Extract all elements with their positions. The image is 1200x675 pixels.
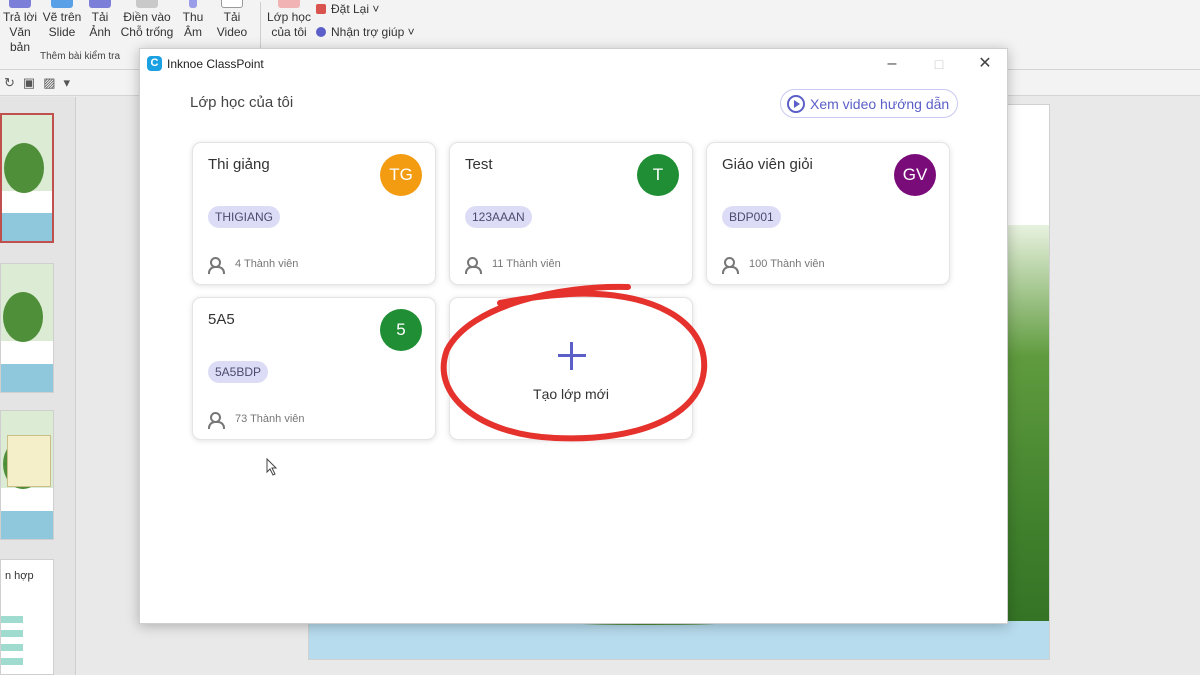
my-classes-ribbon-button[interactable]: Lớp học của tôi <box>266 0 312 40</box>
people-icon <box>208 257 228 274</box>
image-icon <box>89 0 111 8</box>
ribbon-group-label: Thêm bài kiểm tra <box>40 51 121 62</box>
slide-thumbnail-1[interactable] <box>0 113 54 243</box>
dialog-titlebar: C Inknoe ClassPoint – □ ✕ <box>140 49 1007 79</box>
fill-in-blank-button[interactable]: Điền vào Chỗ trống <box>120 0 174 40</box>
text-response-icon <box>9 0 31 8</box>
class-code-badge[interactable]: BDP001 <box>722 206 781 228</box>
close-button[interactable]: ✕ <box>962 51 1008 77</box>
people-icon <box>722 257 742 274</box>
trash-icon <box>316 4 326 14</box>
fill-in-blank-icon <box>136 0 158 8</box>
info-icon <box>316 27 326 37</box>
member-count-label: 73 Thành viên <box>235 413 305 425</box>
quick-access-toolbar: ↻▣▨▾ <box>0 70 150 96</box>
plus-icon <box>558 342 586 370</box>
create-class-label: Tạo lớp mới <box>533 386 609 402</box>
image-upload-label: Tải Ảnh <box>89 10 111 39</box>
class-avatar: T <box>637 154 679 196</box>
text-response-button[interactable]: Trả lời Văn bản <box>0 0 40 55</box>
class-card[interactable]: Test T 123AAAN 11 Thành viên <box>449 142 693 285</box>
lake-image <box>309 621 1049 659</box>
member-count-label: 100 Thành viên <box>749 258 825 270</box>
class-name: 5A5 <box>208 311 235 328</box>
reset-button[interactable]: Đặt Lại ˅ <box>316 2 379 16</box>
class-code-badge[interactable]: 123AAAN <box>465 206 532 228</box>
picture-icon[interactable]: ▨ <box>43 75 63 90</box>
image-upload-button[interactable]: Tải Ảnh <box>86 0 114 40</box>
draw-on-slide-label: Vẽ trên Slide <box>42 10 82 39</box>
classes-icon <box>278 0 300 8</box>
fill-in-blank-label: Điền vào Chỗ trống <box>120 10 174 39</box>
class-card[interactable]: 5A5 5 5A5BDP 73 Thành viên <box>192 297 436 440</box>
video-upload-label: Tải Video <box>216 10 248 39</box>
forest-image <box>1005 225 1049 659</box>
slide-thumbnail-4[interactable]: n hợp <box>0 559 54 675</box>
video-upload-button[interactable]: Tải Video <box>214 0 250 40</box>
minimize-button[interactable]: – <box>869 51 915 77</box>
class-avatar: 5 <box>380 309 422 351</box>
member-count-label: 11 Thành viên <box>492 258 561 270</box>
draw-icon <box>51 0 73 8</box>
audio-record-label: Thu Âm <box>182 10 204 39</box>
undo-icon[interactable]: ↻ <box>4 75 23 90</box>
slide-thumbnail-2[interactable] <box>0 263 54 393</box>
page-title: Lớp học của tôi <box>190 94 294 111</box>
class-avatar: GV <box>894 154 936 196</box>
ribbon-strip <box>1008 70 1200 96</box>
slide-thumbnail-title: n hợp <box>5 570 34 582</box>
class-code-badge[interactable]: THIGIANG <box>208 206 281 228</box>
create-class-card[interactable]: Tạo lớp mới <box>449 297 693 440</box>
text-response-label: Trả lời Văn bản <box>2 10 38 54</box>
video-icon <box>221 0 243 8</box>
class-name: Giáo viên giỏi <box>722 156 813 173</box>
classpoint-dialog: C Inknoe ClassPoint – □ ✕ Lớp học của tô… <box>139 48 1008 624</box>
class-code-badge[interactable]: 5A5BDP <box>208 361 269 383</box>
class-name: Thi giảng <box>208 156 270 173</box>
help-label: Nhận trợ giúp <box>331 25 405 39</box>
play-icon <box>787 95 805 113</box>
maximize-button[interactable]: □ <box>916 51 962 77</box>
microphone-icon <box>189 0 197 8</box>
my-classes-ribbon-label: Lớp học của tôi <box>267 10 311 39</box>
audio-record-button[interactable]: Thu Âm <box>180 0 206 40</box>
class-name: Test <box>465 156 493 173</box>
people-icon <box>208 412 228 429</box>
watch-tutorial-label: Xem video hướng dẫn <box>810 96 950 112</box>
watch-tutorial-button[interactable]: Xem video hướng dẫn <box>780 89 958 118</box>
class-card[interactable]: Thi giảng TG THIGIANG 4 Thành viên <box>192 142 436 285</box>
draw-on-slide-button[interactable]: Vẽ trên Slide <box>42 0 82 40</box>
customize-icon[interactable]: ▾ <box>64 75 79 90</box>
member-count-label: 4 Thành viên <box>235 258 299 270</box>
present-icon[interactable]: ▣ <box>23 75 43 90</box>
reset-label: Đặt Lại <box>331 2 370 16</box>
slide-thumbnail-3[interactable] <box>0 410 54 540</box>
people-icon <box>465 257 485 274</box>
class-card[interactable]: Giáo viên giỏi GV BDP001 100 Thành viên <box>706 142 950 285</box>
dialog-title: Inknoe ClassPoint <box>167 57 264 71</box>
help-button[interactable]: Nhận trợ giúp ˅ <box>316 25 415 39</box>
classpoint-logo-icon: C <box>147 56 162 71</box>
class-avatar: TG <box>380 154 422 196</box>
slide-thumbnail-panel: n hợp <box>0 97 76 675</box>
